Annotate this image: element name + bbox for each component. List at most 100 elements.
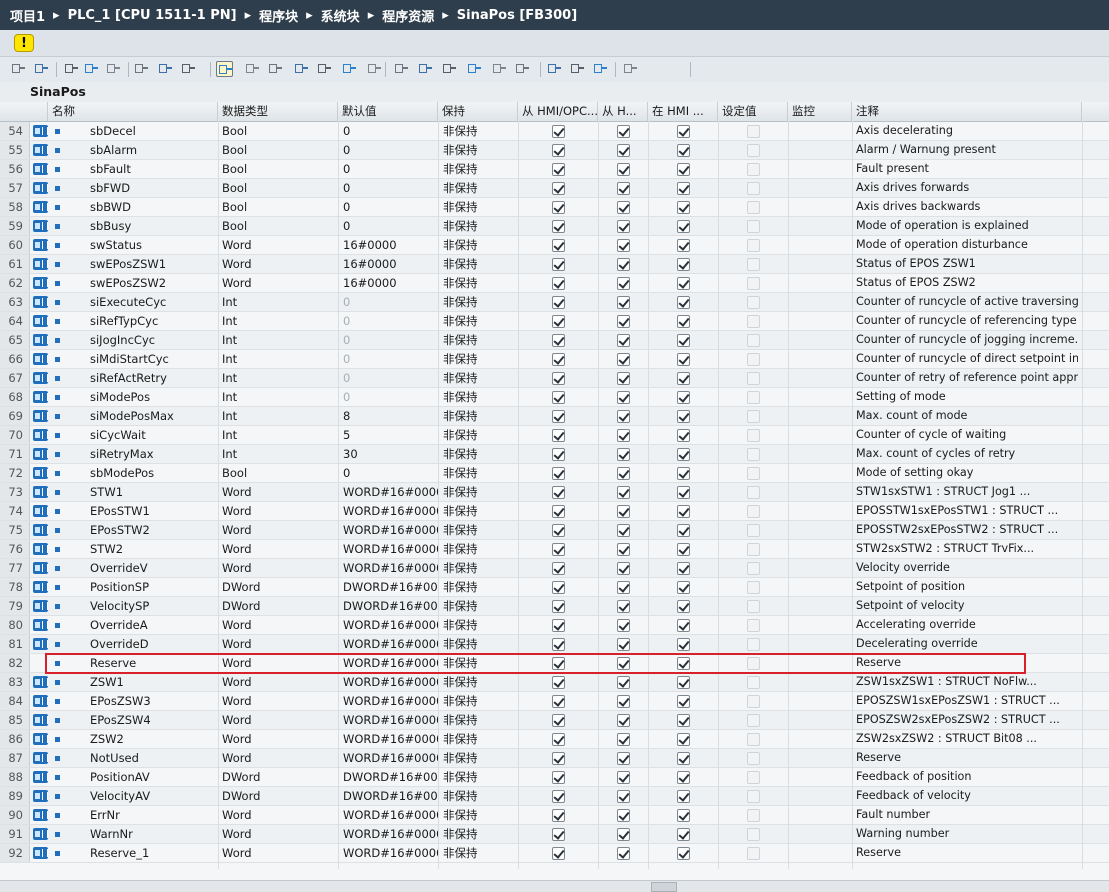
indent-icon[interactable] [366,61,383,77]
hmi-setpoint-checkbox[interactable] [677,410,690,423]
comment[interactable]: Reserve [856,749,1078,767]
variable-name[interactable]: siMdiStartCyc [90,350,218,368]
retain-value[interactable]: 非保持 [443,787,519,805]
retain-value[interactable]: 非保持 [443,407,519,425]
hmi-setpoint-checkbox[interactable] [677,828,690,841]
comment[interactable]: Alarm / Warnung present [856,141,1078,159]
default-value[interactable]: WORD#16#0000 [343,559,439,577]
comment[interactable]: STW1sxSTW1 : STRUCT Jog1 ... [856,483,1078,501]
table-row[interactable]: 74 EPosSTW1 Word WORD#16#0000 非保持 EPOSSTW1sxE… [0,502,1109,521]
hmi-visible-checkbox[interactable] [617,562,630,575]
setpoint-checkbox[interactable] [747,125,760,138]
table-row[interactable]: 56 sbFault Bool 0 非保持 Fault present [0,160,1109,179]
default-value[interactable]: 8 [343,407,439,425]
hmi-visible-checkbox[interactable] [617,790,630,803]
setpoint-checkbox[interactable] [747,372,760,385]
comment[interactable]: Max. count of cycles of retry [856,445,1078,463]
hmi-setpoint-checkbox[interactable] [677,353,690,366]
default-value[interactable]: 0 [343,312,439,330]
default-value[interactable]: WORD#16#0000 [343,502,439,520]
table-row[interactable]: 70 siCycWait Int 5 非保持 Counter of cycle of wa… [0,426,1109,445]
setpoint-checkbox[interactable] [747,144,760,157]
breadcrumb-project[interactable]: 项目1 [0,6,49,25]
hmi-setpoint-checkbox[interactable] [677,638,690,651]
hmi-visible-checkbox[interactable] [617,296,630,309]
retain-value[interactable]: 非保持 [443,768,519,786]
hmi-opc-checkbox[interactable] [552,334,565,347]
default-value[interactable]: 0 [343,369,439,387]
default-value[interactable]: 0 [343,331,439,349]
data-type[interactable]: Int [222,388,338,406]
variable-name[interactable]: siModePosMax [90,407,218,425]
retain-value[interactable]: 非保持 [443,388,519,406]
setpoint-checkbox[interactable] [747,220,760,233]
table-row[interactable]: 88 PositionAV DWord DWORD#16#00... 非保持 Feedba… [0,768,1109,787]
warning-icon[interactable]: ! [14,34,34,52]
setpoint-checkbox[interactable] [747,714,760,727]
hmi-opc-checkbox[interactable] [552,733,565,746]
data-type[interactable]: Word [222,616,338,634]
hmi-setpoint-checkbox[interactable] [677,771,690,784]
default-value[interactable]: 0 [343,160,439,178]
hmi-opc-checkbox[interactable] [552,714,565,727]
header-hmi-visible[interactable]: 从 H... [598,102,648,121]
comment[interactable]: Feedback of position [856,768,1078,786]
variable-name[interactable]: ZSW1 [90,673,218,691]
call-icon[interactable] [592,61,609,77]
data-type[interactable]: DWord [222,578,338,596]
hmi-opc-checkbox[interactable] [552,144,565,157]
data-type[interactable]: Bool [222,141,338,159]
setpoint-checkbox[interactable] [747,239,760,252]
retain-value[interactable]: 非保持 [443,521,519,539]
hmi-setpoint-checkbox[interactable] [677,239,690,252]
retain-value[interactable]: 非保持 [443,122,519,140]
header-retain[interactable]: 保持 [438,102,518,121]
default-value[interactable]: DWORD#16#00... [343,787,439,805]
retain-value[interactable]: 非保持 [443,274,519,292]
hmi-visible-checkbox[interactable] [617,144,630,157]
data-type[interactable]: Word [222,502,338,520]
hmi-setpoint-checkbox[interactable] [677,296,690,309]
hmi-visible-checkbox[interactable] [617,638,630,651]
hmi-setpoint-checkbox[interactable] [677,372,690,385]
data-type[interactable]: Word [222,730,338,748]
setpoint-checkbox[interactable] [747,581,760,594]
setpoint-checkbox[interactable] [747,429,760,442]
comment[interactable]: EPOSZSW1sxEPosZSW1 : STRUCT ... [856,692,1078,710]
default-value[interactable]: WORD#16#0000 [343,616,439,634]
retain-value[interactable]: 非保持 [443,673,519,691]
setpoint-checkbox[interactable] [747,448,760,461]
hmi-visible-checkbox[interactable] [617,619,630,632]
hmi-setpoint-checkbox[interactable] [677,619,690,632]
comment[interactable]: Warning number [856,825,1078,843]
default-value[interactable]: 0 [343,350,439,368]
default-value[interactable]: WORD#16#0000 [343,692,439,710]
data-type[interactable]: Int [222,293,338,311]
retain-value[interactable]: 非保持 [443,844,519,862]
table-row[interactable]: 67 siRefActRetry Int 0 非保持 Counter of retry o… [0,369,1109,388]
hmi-visible-checkbox[interactable] [617,467,630,480]
table-row[interactable]: 81 OverrideD Word WORD#16#0000 非保持 Decelerati… [0,635,1109,654]
retain-value[interactable]: 非保持 [443,160,519,178]
data-type[interactable]: Int [222,407,338,425]
variable-name[interactable]: siRefTypCyc [90,312,218,330]
hmi-opc-checkbox[interactable] [552,410,565,423]
data-type[interactable]: Word [222,635,338,653]
data-type[interactable]: Int [222,369,338,387]
header-monitor[interactable]: 监控 [788,102,852,121]
variable-name[interactable]: EPosSTW1 [90,502,218,520]
setpoint-checkbox[interactable] [747,543,760,556]
variable-name[interactable]: sbModePos [90,464,218,482]
variable-name[interactable]: sbBusy [90,217,218,235]
hmi-opc-checkbox[interactable] [552,638,565,651]
hmi-opc-checkbox[interactable] [552,828,565,841]
table-row[interactable]: 80 OverrideA Word WORD#16#0000 非保持 Accelerati… [0,616,1109,635]
hmi-visible-checkbox[interactable] [617,847,630,860]
retain-value[interactable]: 非保持 [443,597,519,615]
data-type[interactable]: Word [222,255,338,273]
hmi-opc-checkbox[interactable] [552,372,565,385]
hmi-visible-checkbox[interactable] [617,676,630,689]
table-row[interactable]: 60 swStatus Word 16#0000 非保持 Mode of operatio… [0,236,1109,255]
hmi-setpoint-checkbox[interactable] [677,790,690,803]
hmi-opc-checkbox[interactable] [552,239,565,252]
